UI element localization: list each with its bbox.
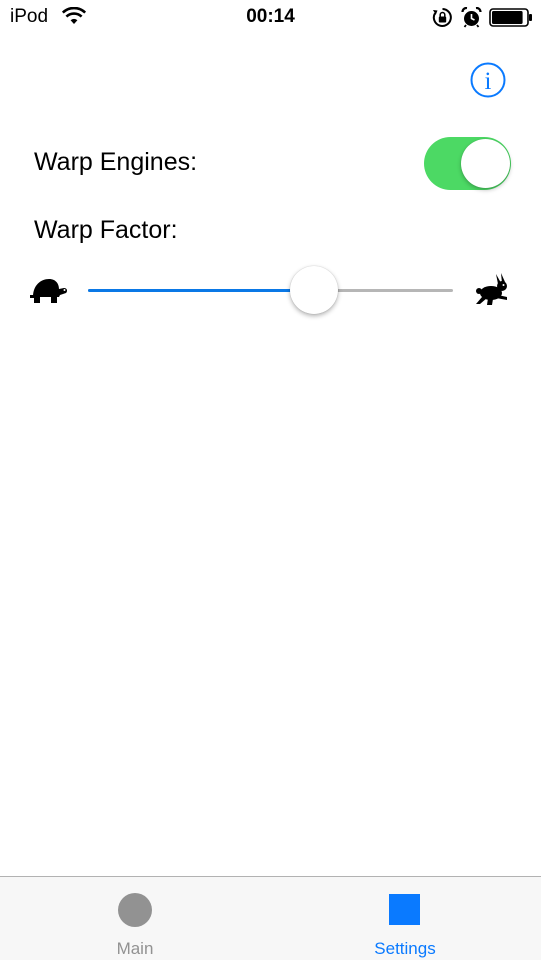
rabbit-icon [476,273,507,305]
status-bar: iPod 00:14 [0,0,541,36]
info-button[interactable]: i [470,62,506,98]
tab-settings[interactable]: Settings [270,877,540,960]
slider-thumb[interactable] [290,266,339,314]
slider-fill [88,289,315,292]
tab-settings-label: Settings [374,939,436,958]
tab-main[interactable]: Main [0,877,270,960]
square-icon [389,894,420,925]
tab-main-label: Main [116,939,154,958]
warp-factor-label: Warp Factor: [34,216,178,244]
slider-track [88,289,453,292]
warp-engines-label: Warp Engines: [34,148,198,176]
alarm-icon [461,7,482,28]
battery-icon [489,8,532,27]
settings-screen: iPod 00:14 i Warp Engines: Warp Factor: … [0,0,541,960]
tab-bar: Main Settings [0,876,541,960]
warp-engines-switch[interactable] [424,137,511,190]
warp-factor-slider[interactable] [88,265,453,315]
svg-text:i: i [485,68,492,95]
turtle-icon [30,279,68,303]
rotation-lock-icon [432,8,452,27]
switch-knob [461,139,510,188]
circle-icon [118,893,152,927]
status-time: 00:14 [246,6,295,27]
